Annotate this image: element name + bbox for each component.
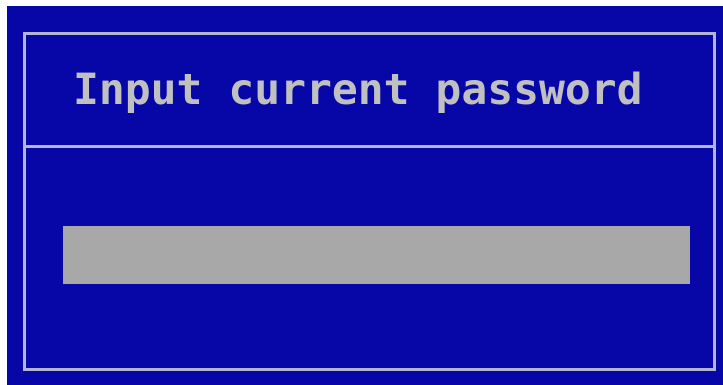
- dialog-title: Input current password: [73, 65, 643, 115]
- password-dialog: Input current password: [7, 6, 723, 385]
- password-input[interactable]: [63, 226, 690, 284]
- title-divider: [26, 145, 713, 148]
- bios-screen: Input current password: [0, 0, 723, 385]
